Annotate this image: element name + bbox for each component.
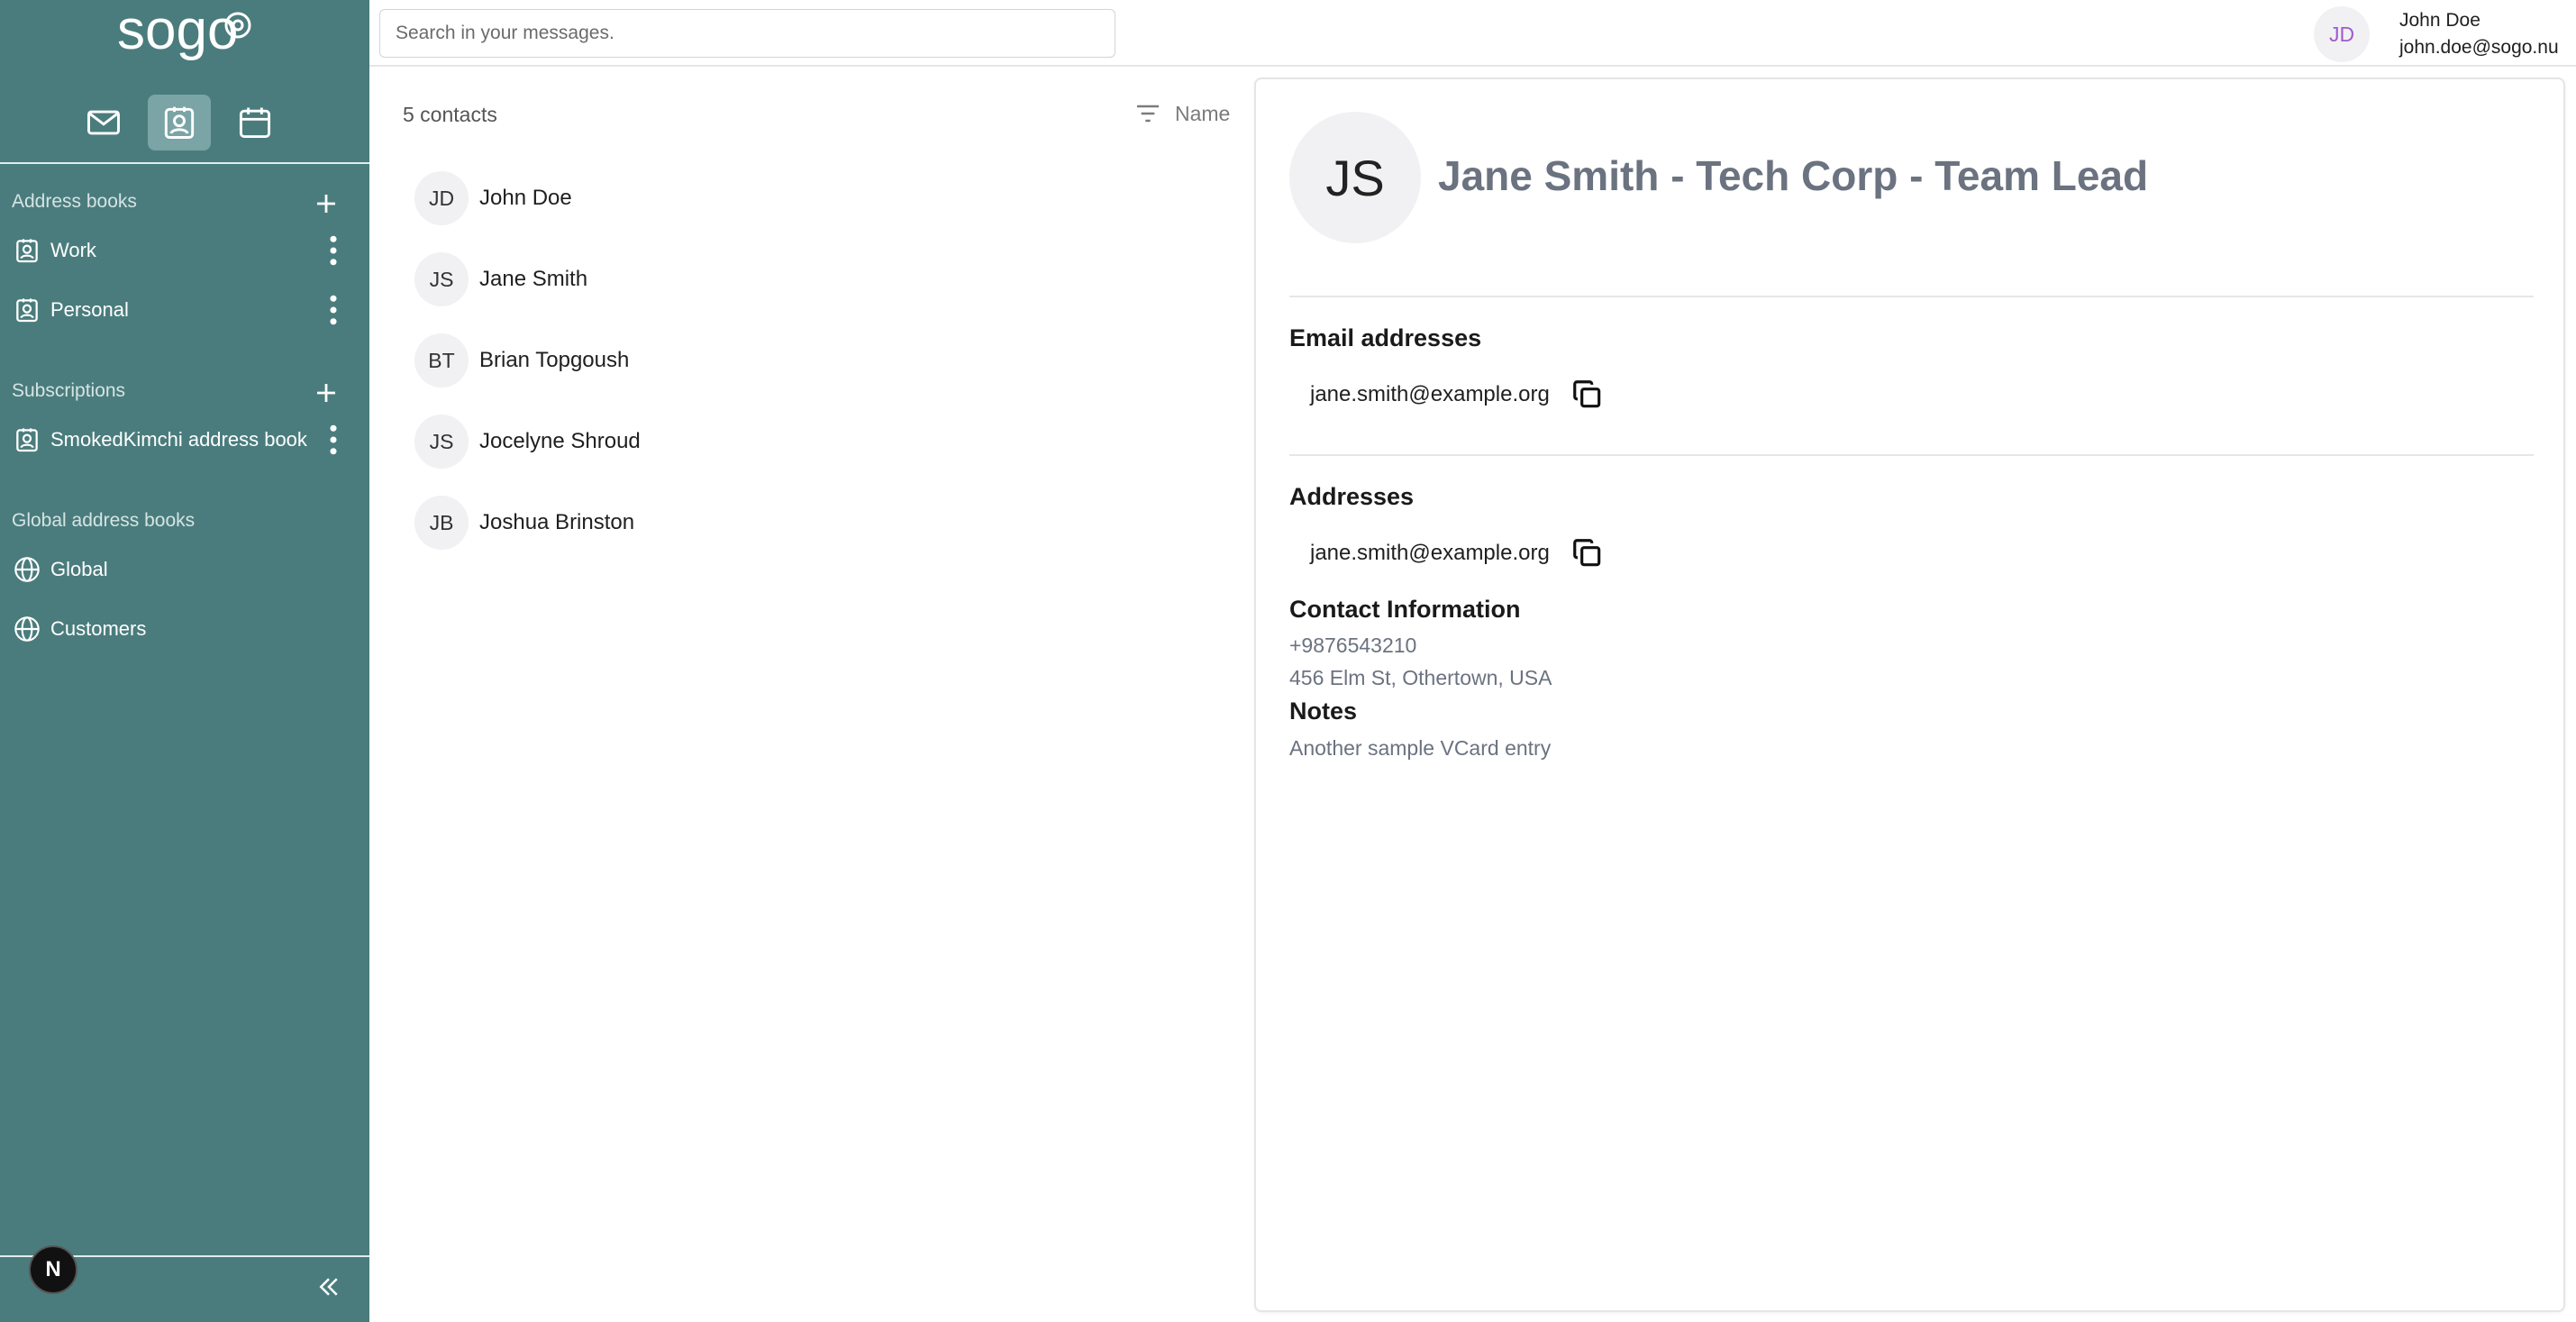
address-book-label: Personal xyxy=(50,298,129,321)
contact-count: 5 contacts xyxy=(403,103,497,126)
sort-button[interactable]: Name xyxy=(1133,99,1230,128)
double-chevron-left-icon xyxy=(319,1278,338,1296)
global-book-label: Global xyxy=(50,558,108,580)
address-value[interactable]: jane.smith@example.org xyxy=(1310,541,1550,566)
app-root: sogo Address books Work Personal Subscri… xyxy=(0,0,2576,1322)
contact-title: Jane Smith - Tech Corp - Team Lead xyxy=(1438,152,2149,199)
filter-icon xyxy=(1137,105,1159,123)
contact-row[interactable]: JS Jane Smith xyxy=(414,251,1225,308)
copy-icon xyxy=(1572,539,1601,567)
collapse-sidebar-button[interactable] xyxy=(311,1269,347,1305)
notes-value: Another sample VCard entry xyxy=(1289,736,1552,760)
next-devtools-badge[interactable]: N xyxy=(29,1245,77,1294)
user-avatar[interactable]: JD xyxy=(2314,6,2370,62)
user-email: john.doe@sogo.nu xyxy=(2399,37,2559,58)
contacts-app-button[interactable] xyxy=(148,95,211,150)
sort-label: Name xyxy=(1175,101,1231,125)
subscription-label: SmokedKimchi address book xyxy=(50,428,307,451)
subscriptions-title: Subscriptions xyxy=(12,380,126,401)
copy-address-button[interactable] xyxy=(1570,535,1606,571)
sogo-logo: sogo xyxy=(117,2,251,61)
address-row: jane.smith@example.org xyxy=(1310,535,1606,571)
copy-icon xyxy=(1572,380,1601,408)
global-book-customers[interactable]: Customers xyxy=(0,604,369,654)
contact-list-panel: 5 contacts Name JD John Doe JS Jane Smit… xyxy=(369,68,1252,1322)
address-books-title: Address books xyxy=(12,191,137,212)
globe-icon xyxy=(12,614,42,644)
contacts-icon xyxy=(12,424,42,455)
user-name: John Doe xyxy=(2399,10,2480,31)
divider xyxy=(1289,296,2534,297)
main-area: JD John Doe john.doe@sogo.nu 5 contacts … xyxy=(369,0,2576,1322)
globe-icon xyxy=(12,554,42,585)
contact-name: John Doe xyxy=(479,186,572,210)
contact-row[interactable]: JB Joshua Brinston xyxy=(414,494,1225,552)
contact-avatar: JS xyxy=(414,252,469,306)
mail-app-button[interactable] xyxy=(72,95,135,150)
contacts-icon xyxy=(164,106,195,139)
plus-icon xyxy=(317,384,335,402)
email-value[interactable]: jane.smith@example.org xyxy=(1310,382,1550,407)
contact-name: Jocelyne Shroud xyxy=(479,429,641,453)
contact-avatar: JS xyxy=(414,415,469,469)
subscription-smokedkimchi[interactable]: SmokedKimchi address book xyxy=(0,415,369,465)
contact-name: Jane Smith xyxy=(479,267,588,291)
add-address-book-button[interactable] xyxy=(308,186,344,222)
contact-name: Joshua Brinston xyxy=(479,510,635,534)
email-addresses-heading: Email addresses xyxy=(1289,324,1482,351)
user-info: John Doe john.doe@sogo.nu xyxy=(2399,7,2559,61)
plus-icon xyxy=(317,195,335,213)
contacts-icon xyxy=(12,295,42,325)
contact-avatar: JB xyxy=(414,496,469,550)
more-vertical-icon[interactable] xyxy=(317,290,350,330)
contact-detail-card: JS Jane Smith - Tech Corp - Team Lead Em… xyxy=(1254,77,2565,1312)
phone-value: +9876543210 xyxy=(1289,634,1417,657)
copy-email-button[interactable] xyxy=(1570,377,1606,413)
calendar-icon xyxy=(239,107,271,139)
contact-row[interactable]: JD John Doe xyxy=(414,169,1225,227)
search-input[interactable] xyxy=(379,9,1115,58)
more-vertical-icon[interactable] xyxy=(317,231,350,270)
notes-heading: Notes xyxy=(1289,697,1358,725)
contact-name: Brian Topgoush xyxy=(479,348,630,372)
divider xyxy=(1289,454,2534,456)
detail-avatar: JS xyxy=(1289,112,1421,243)
contacts-icon xyxy=(12,235,42,266)
global-book-label: Customers xyxy=(50,617,147,640)
sidebar: sogo Address books Work Personal Subscri… xyxy=(0,0,369,1322)
global-address-books-title: Global address books xyxy=(12,510,196,531)
top-bar: JD John Doe john.doe@sogo.nu xyxy=(369,0,2576,67)
address-book-label: Work xyxy=(50,239,96,261)
contact-avatar: BT xyxy=(414,333,469,387)
svg-text:sogo: sogo xyxy=(117,2,238,61)
street-address-value: 456 Elm St, Othertown, USA xyxy=(1289,666,1552,689)
mail-icon xyxy=(87,110,120,135)
address-book-work[interactable]: Work xyxy=(0,225,369,276)
email-row: jane.smith@example.org xyxy=(1310,377,1606,413)
contact-row[interactable]: BT Brian Topgoush xyxy=(414,332,1225,389)
address-book-personal[interactable]: Personal xyxy=(0,285,369,335)
sidebar-divider xyxy=(0,162,369,164)
global-book-global[interactable]: Global xyxy=(0,544,369,595)
contact-avatar: JD xyxy=(414,171,469,225)
contact-row[interactable]: JS Jocelyne Shroud xyxy=(414,413,1225,470)
add-subscription-button[interactable] xyxy=(308,375,344,411)
contact-information-heading: Contact Information xyxy=(1289,596,1521,623)
addresses-heading: Addresses xyxy=(1289,483,1415,510)
app-switcher xyxy=(72,95,299,150)
calendar-app-button[interactable] xyxy=(223,95,287,150)
more-vertical-icon[interactable] xyxy=(317,420,350,460)
